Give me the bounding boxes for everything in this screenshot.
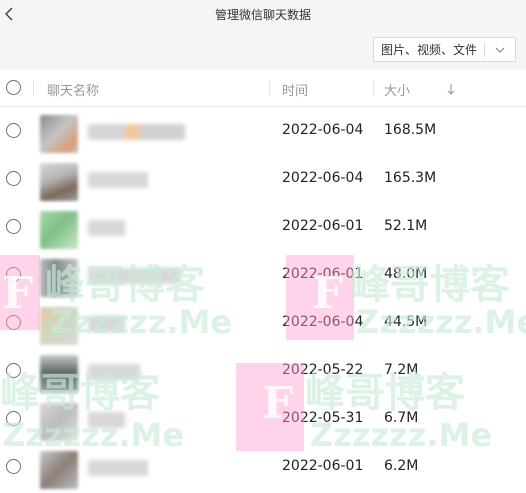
row-select-radio[interactable] — [6, 363, 21, 378]
table-row[interactable]: 2022-06-01 52.1M — [0, 203, 526, 251]
avatar — [40, 355, 78, 393]
row-date: 2022-06-04 — [282, 170, 364, 186]
file-type-filter-dropdown[interactable]: 图片、视频、文件 — [373, 37, 516, 62]
row-size: 7.2M — [384, 362, 419, 378]
table-row[interactable]: 2022-05-31 6.7M — [0, 395, 526, 443]
row-date: 2022-06-04 — [282, 122, 364, 138]
row-select-radio[interactable] — [6, 171, 21, 186]
column-divider — [33, 80, 34, 96]
table-row[interactable]: 2022-06-04 44.5M — [0, 299, 526, 347]
avatar — [40, 307, 78, 345]
avatar — [40, 115, 78, 153]
table-row[interactable]: 2022-06-04 168.5M — [0, 107, 526, 155]
avatar — [40, 211, 78, 249]
avatar — [40, 403, 78, 441]
sort-descending-icon[interactable] — [446, 81, 456, 95]
row-size: 6.2M — [384, 458, 419, 474]
chat-name-redacted — [88, 124, 185, 140]
row-size: 168.5M — [384, 122, 437, 138]
chat-name-redacted — [88, 268, 180, 284]
column-header-size[interactable]: 大小 — [384, 80, 410, 99]
select-all-radio[interactable] — [6, 80, 21, 95]
column-divider — [373, 80, 374, 96]
table-header: 聊天名称 时间 大小 — [0, 70, 526, 107]
row-date: 2022-05-22 — [282, 362, 364, 378]
avatar — [40, 259, 78, 297]
chevron-down-icon — [485, 47, 515, 53]
row-date: 2022-05-31 — [282, 410, 364, 426]
column-header-time[interactable]: 时间 — [282, 80, 308, 99]
chat-name-redacted — [88, 172, 148, 188]
row-size: 52.1M — [384, 218, 428, 234]
row-date: 2022-06-01 — [282, 458, 364, 474]
row-select-radio[interactable] — [6, 267, 21, 282]
avatar — [40, 451, 78, 489]
row-select-radio[interactable] — [6, 411, 21, 426]
row-date: 2022-06-04 — [282, 314, 364, 330]
row-date: 2022-06-01 — [282, 266, 364, 282]
title-bar: 管理微信聊天数据 — [0, 0, 526, 30]
column-divider — [269, 80, 270, 96]
chat-name-redacted — [88, 412, 125, 428]
row-size: 44.5M — [384, 314, 428, 330]
chat-name-redacted — [88, 316, 125, 332]
window-title: 管理微信聊天数据 — [214, 8, 311, 22]
table-row[interactable]: 2022-05-22 7.2M — [0, 347, 526, 395]
row-size: 6.7M — [384, 410, 419, 426]
chat-name-redacted — [88, 364, 140, 380]
table-row[interactable]: 2022-06-01 6.2M — [0, 443, 526, 491]
file-type-filter-value: 图片、视频、文件 — [381, 43, 478, 57]
row-select-radio[interactable] — [6, 123, 21, 138]
chat-name-redacted — [88, 460, 148, 476]
avatar — [40, 163, 78, 201]
table-row[interactable]: 2022-06-01 48.0M — [0, 251, 526, 299]
row-size: 48.0M — [384, 266, 428, 282]
row-select-radio[interactable] — [6, 315, 21, 330]
chat-name-redacted — [88, 220, 125, 236]
row-size: 165.3M — [384, 170, 437, 186]
table-row[interactable]: 2022-06-04 165.3M — [0, 155, 526, 203]
row-date: 2022-06-01 — [282, 218, 364, 234]
toolbar: 图片、视频、文件 — [0, 30, 526, 70]
column-header-name[interactable]: 聊天名称 — [47, 80, 99, 99]
row-select-radio[interactable] — [6, 219, 21, 234]
row-select-radio[interactable] — [6, 459, 21, 474]
